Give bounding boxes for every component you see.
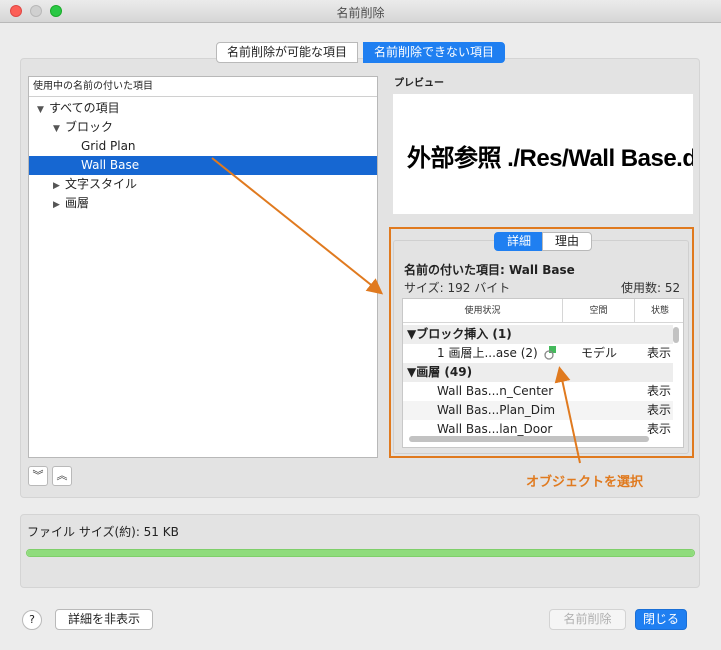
preview-text: 外部参照 ./Res/Wall Base.d <box>407 145 693 172</box>
double-chevron-up-icon: ︽ <box>56 469 68 482</box>
file-size-label: ファイル サイズ(約): 51 KB <box>27 525 179 539</box>
double-chevron-down-icon: ︾ <box>32 469 44 482</box>
tree-header: 使用中の名前の付いた項目 <box>29 77 377 97</box>
progress-fill <box>27 550 694 556</box>
named-items-tree: 使用中の名前の付いた項目 ▼ すべての項目 ▼ ブロック Grid Plan Wal… <box>28 76 378 458</box>
preview-box: 外部参照 ./Res/Wall Base.d <box>393 94 693 214</box>
tree-item-blocks[interactable]: ▼ ブロック <box>29 118 377 137</box>
preview-label: プレビュー <box>394 78 444 89</box>
collapse-all-button[interactable]: ︽ <box>52 466 72 486</box>
tree-item-all[interactable]: ▼ すべての項目 <box>29 99 377 118</box>
close-button[interactable]: 閉じる <box>635 609 687 630</box>
tab-purgeable[interactable]: 名前削除が可能な項目 <box>216 42 359 63</box>
hide-details-button[interactable]: 詳細を非表示 <box>55 609 153 630</box>
window-title: 名前削除 <box>336 6 385 20</box>
expand-all-button[interactable]: ︾ <box>28 466 48 486</box>
progress-bar <box>26 549 695 557</box>
tree-item-wall-base[interactable]: Wall Base <box>29 156 377 175</box>
tree-item-layers[interactable]: ▶ 画層 <box>29 194 377 213</box>
title-bar: 名前削除 <box>0 0 721 23</box>
annotation-label: オブジェクトを選択 <box>526 475 644 490</box>
tree-item-grid-plan[interactable]: Grid Plan <box>29 137 377 156</box>
purge-button[interactable]: 名前削除 <box>549 609 626 630</box>
help-button[interactable]: ? <box>22 610 42 630</box>
tree-item-text-styles[interactable]: ▶ 文字スタイル <box>29 175 377 194</box>
highlight-frame <box>389 227 694 458</box>
tab-non-purgeable[interactable]: 名前削除できない項目 <box>363 42 506 63</box>
collapsed-triangle-icon[interactable]: ▶ <box>53 196 65 215</box>
